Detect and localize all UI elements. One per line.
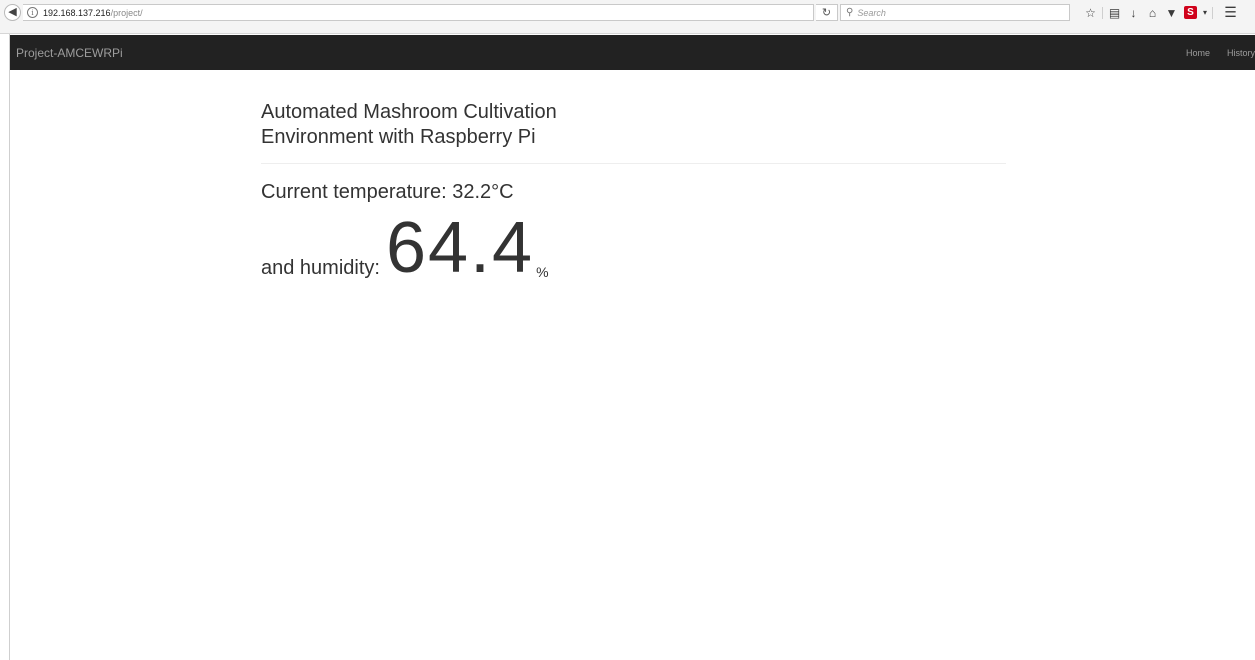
pocket-icon[interactable]: ▼	[1162, 4, 1181, 21]
browser-toolbar: ◀ i 192.168.137.216/project/ ↻ ⚲ Search …	[0, 0, 1255, 34]
nav-links: Home History	[1169, 35, 1255, 70]
window-frame-line	[9, 34, 10, 660]
navbar-brand[interactable]: Project-AMCEWRPi	[16, 46, 123, 60]
main-content: Automated Mashroom Cultivation Environme…	[261, 100, 1006, 284]
site-navbar: Project-AMCEWRPi Home History	[10, 35, 1255, 70]
humidity-reading: and humidity: 64.4 %	[261, 208, 1006, 288]
title-divider	[261, 163, 1006, 164]
bookmarks-list-icon[interactable]: ▤	[1105, 4, 1124, 21]
info-icon[interactable]: i	[27, 7, 38, 18]
humidity-unit: %	[536, 264, 549, 280]
address-bar[interactable]: i 192.168.137.216/project/	[23, 4, 814, 21]
search-placeholder: Search	[857, 7, 886, 18]
toolbar-divider	[1102, 6, 1103, 19]
humidity-value: 64.4	[385, 208, 535, 288]
back-icon[interactable]: ◀	[4, 4, 21, 21]
browser-toolbar-icons: ☆ ▤ ↓ ⌂ ▼ S ▾ ☰	[1081, 4, 1240, 21]
extension-dropdown-icon[interactable]: ▾	[1200, 4, 1210, 21]
temperature-reading: Current temperature: 32.2°C	[261, 181, 514, 203]
nav-link-history[interactable]: History	[1227, 48, 1255, 58]
nav-link-home[interactable]: Home	[1186, 48, 1210, 58]
url-host: 192.168.137.216	[43, 7, 111, 18]
search-icon: ⚲	[846, 7, 854, 18]
download-icon[interactable]: ↓	[1124, 4, 1143, 21]
bookmark-star-icon[interactable]: ☆	[1081, 4, 1100, 21]
extension-s-icon[interactable]: S	[1184, 6, 1197, 19]
url-path: /project/	[110, 7, 143, 18]
search-input[interactable]: ⚲ Search	[840, 4, 1070, 21]
reload-icon[interactable]: ↻	[816, 4, 838, 21]
toolbar-divider	[1212, 6, 1213, 19]
humidity-label: and humidity:	[261, 257, 380, 279]
home-icon[interactable]: ⌂	[1143, 4, 1162, 21]
menu-icon[interactable]: ☰	[1221, 4, 1240, 21]
page-title: Automated Mashroom Cultivation Environme…	[261, 101, 557, 148]
